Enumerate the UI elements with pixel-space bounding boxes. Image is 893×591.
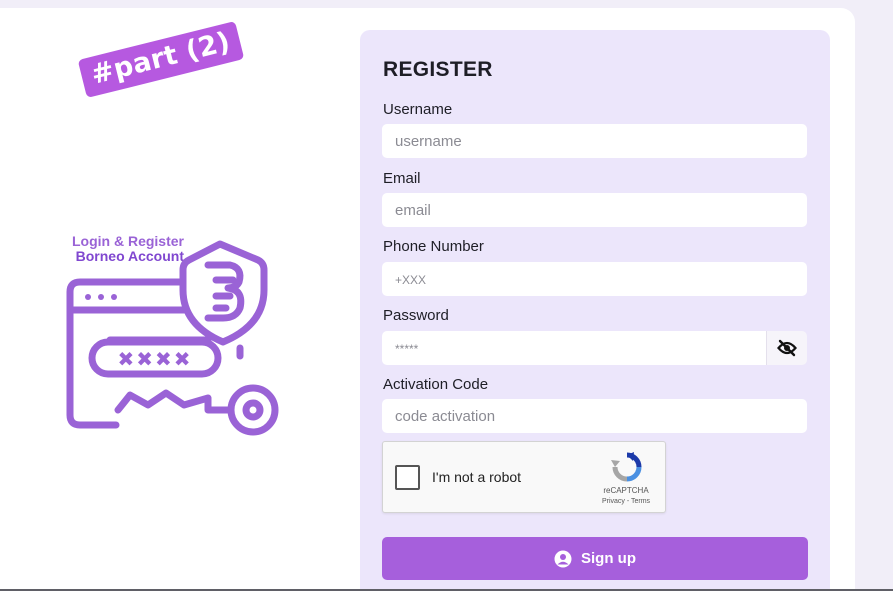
user-circle-icon <box>554 550 572 567</box>
eye-slash-icon <box>777 339 797 357</box>
password-mask: ✖✖✖✖ <box>117 347 192 371</box>
recaptcha-checkbox[interactable] <box>395 465 420 490</box>
username-input[interactable] <box>382 124 807 158</box>
signup-button[interactable]: Sign up <box>382 537 808 580</box>
recaptcha-logo-icon <box>611 452 642 482</box>
signup-label: Sign up <box>581 550 636 567</box>
password-input[interactable] <box>382 331 767 365</box>
recaptcha-links[interactable]: Privacy - Terms <box>591 498 661 505</box>
recaptcha-widget: I'm not a robot reCAPTCHA Privacy - Term… <box>382 441 666 513</box>
password-visibility-toggle[interactable] <box>766 331 807 365</box>
email-label: Email <box>383 170 421 187</box>
activation-label: Activation Code <box>383 376 489 393</box>
password-label: Password <box>383 307 449 324</box>
phone-label: Phone Number <box>383 238 484 255</box>
recaptcha-brand: reCAPTCHA <box>603 486 649 495</box>
phone-input[interactable] <box>382 262 807 296</box>
activation-input[interactable] <box>382 399 807 433</box>
email-input[interactable] <box>382 193 807 227</box>
login-illustration: ✖✖✖✖ <box>66 240 279 436</box>
recaptcha-label: I'm not a robot <box>432 469 522 485</box>
username-label: Username <box>383 101 453 118</box>
register-title: REGISTER <box>383 58 493 81</box>
